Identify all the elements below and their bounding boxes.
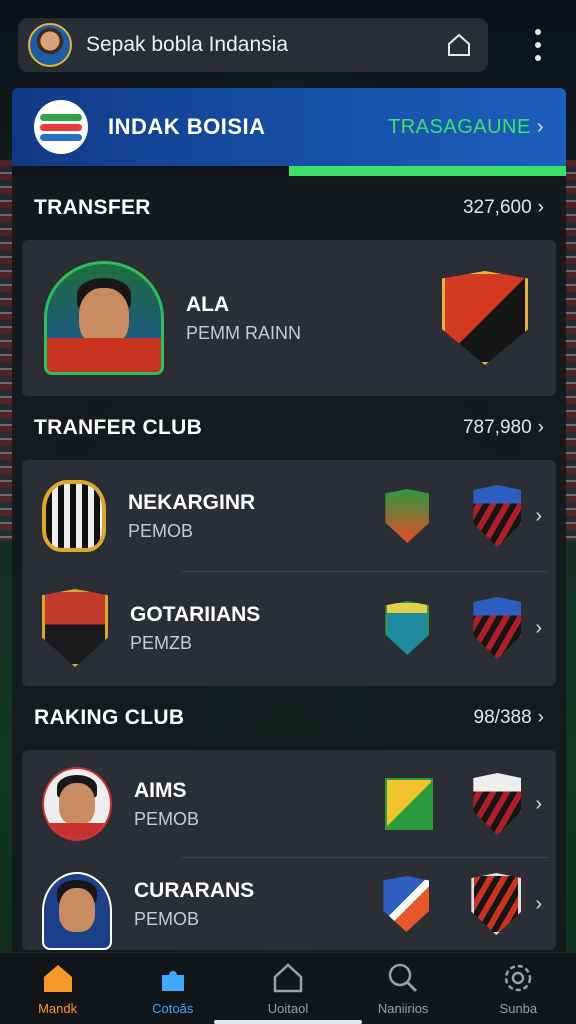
list-item[interactable]: GOTARIIANS PEMZB › bbox=[22, 572, 556, 684]
list-item[interactable]: AIMS PEMOB › bbox=[22, 750, 556, 858]
league-hero-banner[interactable]: INDAK BOISIA TRASAGAUNE › bbox=[12, 88, 566, 166]
puzzle-icon bbox=[156, 961, 190, 995]
transfer-club-section-header[interactable]: TRANFER CLUB 787,980 › bbox=[12, 396, 566, 460]
nav-item-search[interactable]: Naniirios bbox=[348, 961, 458, 1016]
club-subtitle: PEMZB bbox=[130, 632, 193, 653]
chevron-right-icon: › bbox=[535, 504, 542, 527]
home-icon bbox=[41, 961, 75, 995]
player-name: AIMS bbox=[134, 778, 187, 802]
club-crest bbox=[442, 271, 528, 365]
list-item[interactable]: CURARANS PEMOB › bbox=[22, 858, 556, 950]
club-crest-red-stripes bbox=[473, 597, 522, 659]
section-title: TRANSFER bbox=[34, 196, 151, 219]
player-subtitle: PEMOB bbox=[134, 908, 200, 929]
profile-avatar[interactable] bbox=[28, 23, 72, 67]
club-crest-teal bbox=[385, 601, 430, 655]
app-title: Sepak bobla Indansia bbox=[86, 33, 288, 56]
section-title: RAKING CLUB bbox=[34, 706, 185, 729]
nav-item-home[interactable]: Mandk bbox=[3, 961, 113, 1016]
section-count: 787,980 › bbox=[462, 417, 544, 438]
main-panel: INDAK BOISIA TRASAGAUNE › TRANSFER 327,60… bbox=[12, 88, 566, 958]
club-crest-green bbox=[385, 489, 430, 543]
club-crest-yellow bbox=[385, 778, 434, 830]
hero-progress-fill bbox=[289, 166, 566, 176]
house-outline-icon bbox=[271, 961, 305, 995]
club-crest-red-stripes bbox=[473, 773, 522, 835]
club-crest-blue bbox=[383, 876, 430, 932]
hero-link[interactable]: TRASAGAUNE › bbox=[388, 116, 544, 139]
transfer-club-card: NEKARGINR PEMOB › GOTARIIANS PEMZB › bbox=[22, 460, 556, 686]
club-badge bbox=[42, 589, 108, 667]
section-title: TRANFER CLUB bbox=[34, 416, 203, 439]
nav-item-settings[interactable]: Sunba bbox=[463, 961, 573, 1016]
club-crest-red-stripes bbox=[473, 485, 522, 547]
transfer-card[interactable]: ALA PEMM RAINN bbox=[22, 240, 556, 396]
bottom-navigation: Mandk Cotoăs Uoitaol Naniirios Sunba bbox=[0, 952, 576, 1024]
club-crest-black bbox=[471, 873, 522, 935]
search-icon bbox=[386, 961, 420, 995]
player-subtitle: PEMOB bbox=[134, 808, 200, 829]
section-count: 98/388 › bbox=[473, 707, 544, 728]
section-count: 327,600 › bbox=[462, 197, 544, 218]
home-indicator-bar bbox=[214, 1020, 362, 1024]
settings-icon bbox=[501, 961, 535, 995]
home-icon[interactable] bbox=[446, 32, 472, 58]
player-portrait bbox=[44, 261, 164, 375]
club-name: GOTARIIANS bbox=[130, 602, 261, 626]
club-name: NEKARGINR bbox=[128, 490, 256, 514]
player-subtitle: PEMM RAINN bbox=[186, 322, 302, 343]
list-item[interactable]: NEKARGINR PEMOB › bbox=[22, 460, 556, 572]
club-badge bbox=[42, 480, 106, 552]
league-logo bbox=[34, 100, 88, 154]
chevron-right-icon: › bbox=[535, 616, 542, 639]
player-name: CURARANS bbox=[134, 878, 255, 902]
nav-item-update[interactable]: Uoitaol bbox=[233, 961, 343, 1016]
nav-item-club[interactable]: Cotoăs bbox=[118, 961, 228, 1016]
club-subtitle: PEMOB bbox=[128, 520, 194, 541]
transfer-section-header[interactable]: TRANSFER 327,600 › bbox=[12, 176, 566, 240]
hero-progress-bar bbox=[12, 166, 566, 176]
player-name: ALA bbox=[186, 292, 230, 316]
top-app-bar: Sepak bobla Indansia bbox=[18, 18, 488, 72]
hero-title: INDAK BOISIA bbox=[108, 114, 266, 139]
player-portrait bbox=[42, 872, 112, 950]
more-menu-icon[interactable] bbox=[524, 26, 552, 64]
chevron-right-icon: › bbox=[535, 792, 542, 815]
player-portrait bbox=[42, 767, 112, 841]
ranking-club-section-header[interactable]: RAKING CLUB 98/388 › bbox=[12, 686, 566, 750]
chevron-right-icon: › bbox=[535, 892, 542, 915]
ranking-club-card: AIMS PEMOB › CURARANS PEMOB › bbox=[22, 750, 556, 950]
